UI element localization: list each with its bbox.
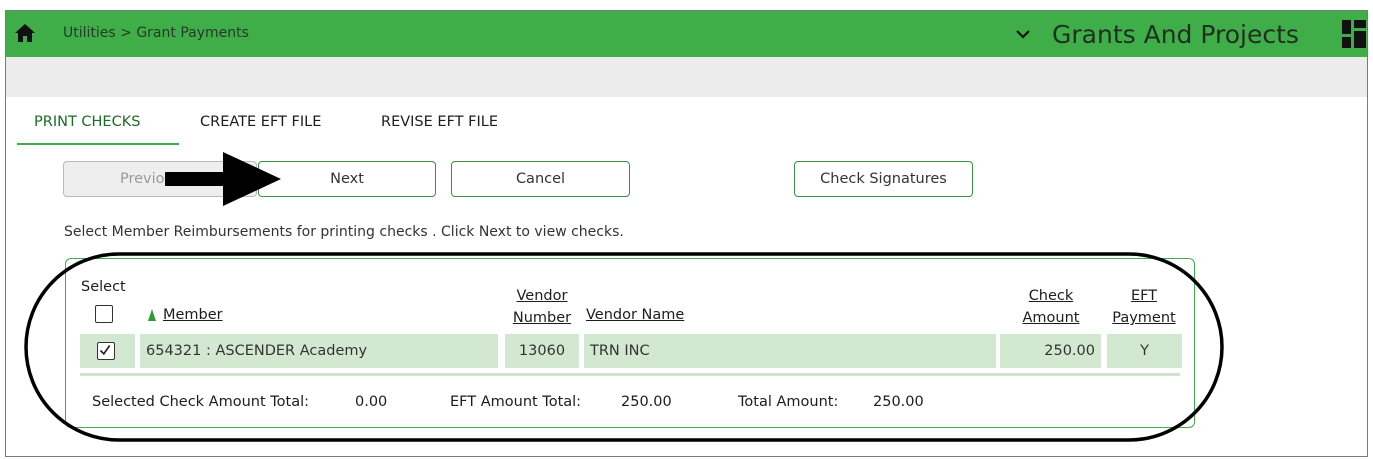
eft-payment-header-line2: Payment — [1112, 310, 1176, 326]
cancel-button-label: Cancel — [515, 171, 566, 187]
member-header[interactable]: Member — [163, 307, 223, 323]
vendor-number-header-line2: Number — [512, 310, 572, 326]
eft-payment-cell: Y — [1107, 334, 1182, 368]
next-button-label: Next — [330, 171, 364, 187]
select-header: Select — [81, 279, 126, 295]
member-cell: 654321 : ASCENDER Academy — [140, 334, 498, 368]
cancel-button[interactable]: Cancel — [451, 161, 630, 197]
check-signatures-button-label: Check Signatures — [820, 171, 947, 187]
tab-print-checks[interactable]: PRINT CHECKS — [34, 114, 140, 130]
check-amount-cell: 250.00 — [1000, 334, 1101, 368]
instruction-text: Select Member Reimbursements for printin… — [64, 224, 624, 240]
vendor-number-header[interactable]: Vendor Number — [505, 285, 579, 329]
eft-payment-header-line1: EFT — [1130, 288, 1158, 304]
check-signatures-button[interactable]: Check Signatures — [794, 161, 973, 197]
vendor-number-cell: 13060 — [505, 334, 579, 368]
check-amount-header-line1: Check — [1028, 288, 1074, 304]
breadcrumb: Utilities > Grant Payments — [63, 25, 249, 41]
module-selector[interactable]: Grants And Projects — [1014, 17, 1299, 51]
toolbar-strip — [6, 57, 1367, 97]
sort-ascending-icon[interactable] — [147, 308, 157, 322]
select-all-checkbox[interactable] — [95, 305, 113, 323]
tab-revise-eft-file[interactable]: REVISE EFT FILE — [381, 114, 498, 130]
check-amount-header-line2: Amount — [1022, 310, 1080, 326]
check-amount-header[interactable]: Check Amount — [1014, 285, 1088, 329]
selected-total-label: Selected Check Amount Total: — [92, 394, 310, 410]
chevron-down-icon[interactable] — [1014, 25, 1032, 43]
module-title: Grants And Projects — [1052, 19, 1299, 49]
top-bar: Utilities > Grant Payments Grants And Pr… — [6, 11, 1367, 57]
active-tab-indicator — [17, 143, 179, 145]
tab-create-eft-file[interactable]: CREATE EFT FILE — [200, 114, 321, 130]
table-divider — [80, 373, 1180, 376]
eft-total-value: 250.00 — [621, 394, 672, 410]
checkmark-icon — [99, 345, 111, 356]
annotation-arrow-icon — [165, 152, 281, 206]
row-select-checkbox[interactable] — [97, 342, 115, 360]
home-icon[interactable] — [14, 23, 36, 43]
vendor-name-cell: TRN INC — [584, 334, 996, 368]
total-amount-label: Total Amount: — [738, 394, 839, 410]
vendor-number-header-line1: Vendor — [516, 288, 568, 304]
vendor-name-header[interactable]: Vendor Name — [586, 307, 684, 323]
eft-payment-header[interactable]: EFT Payment — [1105, 285, 1183, 329]
apps-grid-icon[interactable] — [1342, 20, 1366, 48]
total-amount-value: 250.00 — [873, 394, 924, 410]
eft-total-label: EFT Amount Total: — [450, 394, 582, 410]
selected-total-value: 0.00 — [355, 394, 388, 410]
